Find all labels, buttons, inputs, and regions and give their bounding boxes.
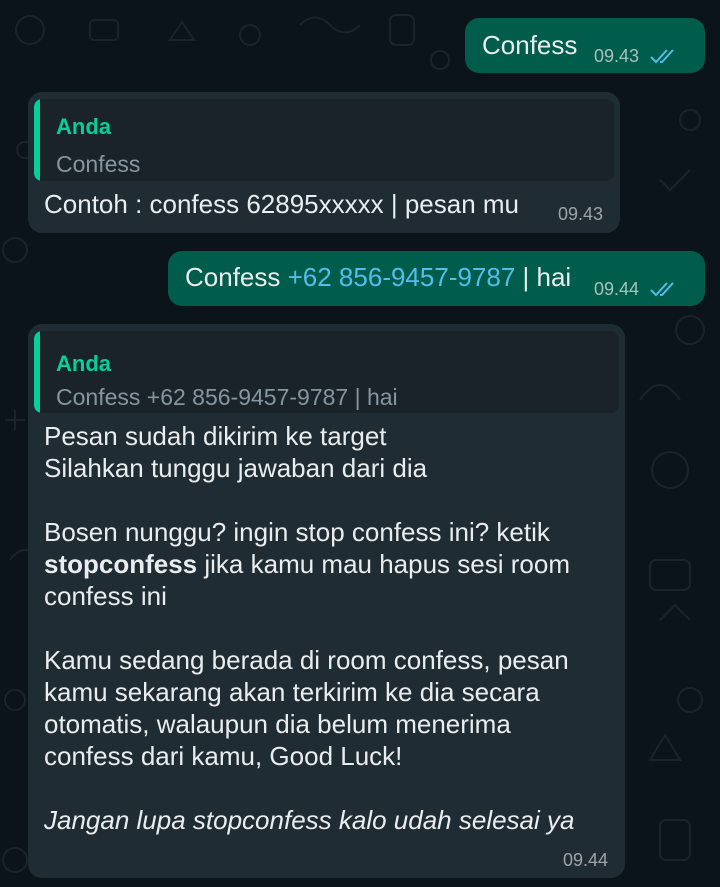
message-line: otomatis, walaupun dia belum menerima — [44, 709, 511, 739]
message-time: 09.44 — [594, 279, 640, 299]
message-line: kamu sekarang akan terkirim ke dia secar… — [44, 677, 540, 707]
message-line: Bosen nunggu? ingin stop confess ini? ke… — [44, 517, 550, 547]
message-text: Contoh : confess 62895xxxxx | pesan mu — [44, 189, 520, 219]
incoming-message-bubble[interactable]: Anda Confess Contoh : confess 62895xxxxx… — [28, 92, 620, 233]
double-check-icon — [650, 49, 674, 64]
double-check-icon — [650, 282, 674, 297]
message-text-prefix: Confess — [185, 262, 288, 292]
message-line: confess dari kamu, Good Luck! — [44, 741, 403, 771]
message-time: 09.43 — [558, 204, 604, 224]
quote-text: Confess +62 856-9457-9787 | hai — [56, 384, 398, 410]
quoted-message[interactable]: Anda Confess +62 856-9457-9787 | hai — [34, 331, 619, 413]
quote-text: Confess — [56, 151, 141, 177]
message-time: 09.43 — [594, 46, 640, 66]
message-text-suffix: | hai — [515, 262, 572, 292]
quote-author: Anda — [56, 114, 111, 139]
outgoing-message-bubble[interactable]: Confess +62 856-9457-9787 | hai 09.44 — [168, 251, 705, 306]
phone-number-link[interactable]: +62 856-9457-9787 — [288, 262, 516, 292]
bold-keyword: stopconfess — [44, 549, 198, 579]
quote-author: Anda — [56, 351, 111, 376]
outgoing-message-bubble[interactable]: Confess 09.43 — [465, 18, 705, 73]
message-line-rest: jika kamu mau hapus sesi room — [197, 549, 570, 579]
message-line: stopconfess jika kamu mau hapus sesi roo… — [44, 548, 574, 580]
message-line-italic: Jangan lupa stopconfess kalo udah selesa… — [44, 805, 575, 835]
message-time: 09.44 — [563, 850, 609, 870]
quoted-message[interactable]: Anda Confess — [34, 99, 614, 181]
quote-accent-bar — [34, 331, 40, 413]
message-line: Pesan sudah dikirim ke target — [44, 421, 387, 451]
message-text: Confess +62 856-9457-9787 | hai — [185, 261, 571, 293]
message-line: Silahkan tunggu jawaban dari dia — [44, 453, 428, 483]
incoming-message-bubble[interactable]: Anda Confess +62 856-9457-9787 | hai Pes… — [28, 324, 625, 878]
quote-accent-bar — [34, 99, 40, 181]
message-text: Confess — [482, 30, 578, 60]
message-body: Pesan sudah dikirim ke target Silahkan t… — [44, 420, 574, 836]
message-line: Kamu sedang berada di room confess, pesa… — [44, 645, 569, 675]
message-line: confess ini — [44, 581, 167, 611]
